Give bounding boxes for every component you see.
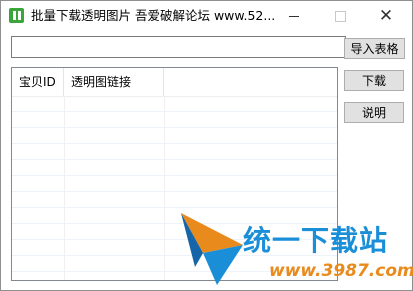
table-header: 宝贝ID 透明图链接 bbox=[12, 68, 337, 97]
close-button[interactable]: ✕ bbox=[363, 1, 409, 31]
file-path-input[interactable] bbox=[11, 36, 346, 58]
minimize-button[interactable] bbox=[271, 1, 317, 31]
window-title: 批量下载透明图片 吾爱破解论坛 www.52... bbox=[31, 8, 276, 23]
app-window: 批量下载透明图片 吾爱破解论坛 www.52... ✕ 导入表格 下载 说明 宝… bbox=[0, 0, 413, 291]
item-list-table[interactable]: 宝贝ID 透明图链接 bbox=[11, 67, 338, 281]
column-divider bbox=[164, 96, 165, 280]
close-icon: ✕ bbox=[378, 6, 394, 26]
maximize-button[interactable] bbox=[317, 1, 363, 31]
column-header-image-link[interactable]: 透明图链接 bbox=[64, 68, 164, 96]
explain-button[interactable]: 说明 bbox=[344, 102, 404, 123]
minimize-icon bbox=[289, 15, 299, 17]
column-header-item-id[interactable]: 宝贝ID bbox=[12, 68, 64, 96]
download-button[interactable]: 下载 bbox=[344, 70, 404, 91]
column-divider bbox=[64, 96, 65, 280]
title-bar[interactable]: 批量下载透明图片 吾爱破解论坛 www.52... ✕ bbox=[1, 1, 412, 31]
table-body bbox=[12, 96, 337, 280]
import-table-button[interactable]: 导入表格 bbox=[344, 38, 405, 59]
maximize-icon bbox=[334, 10, 346, 22]
app-icon bbox=[9, 8, 24, 23]
